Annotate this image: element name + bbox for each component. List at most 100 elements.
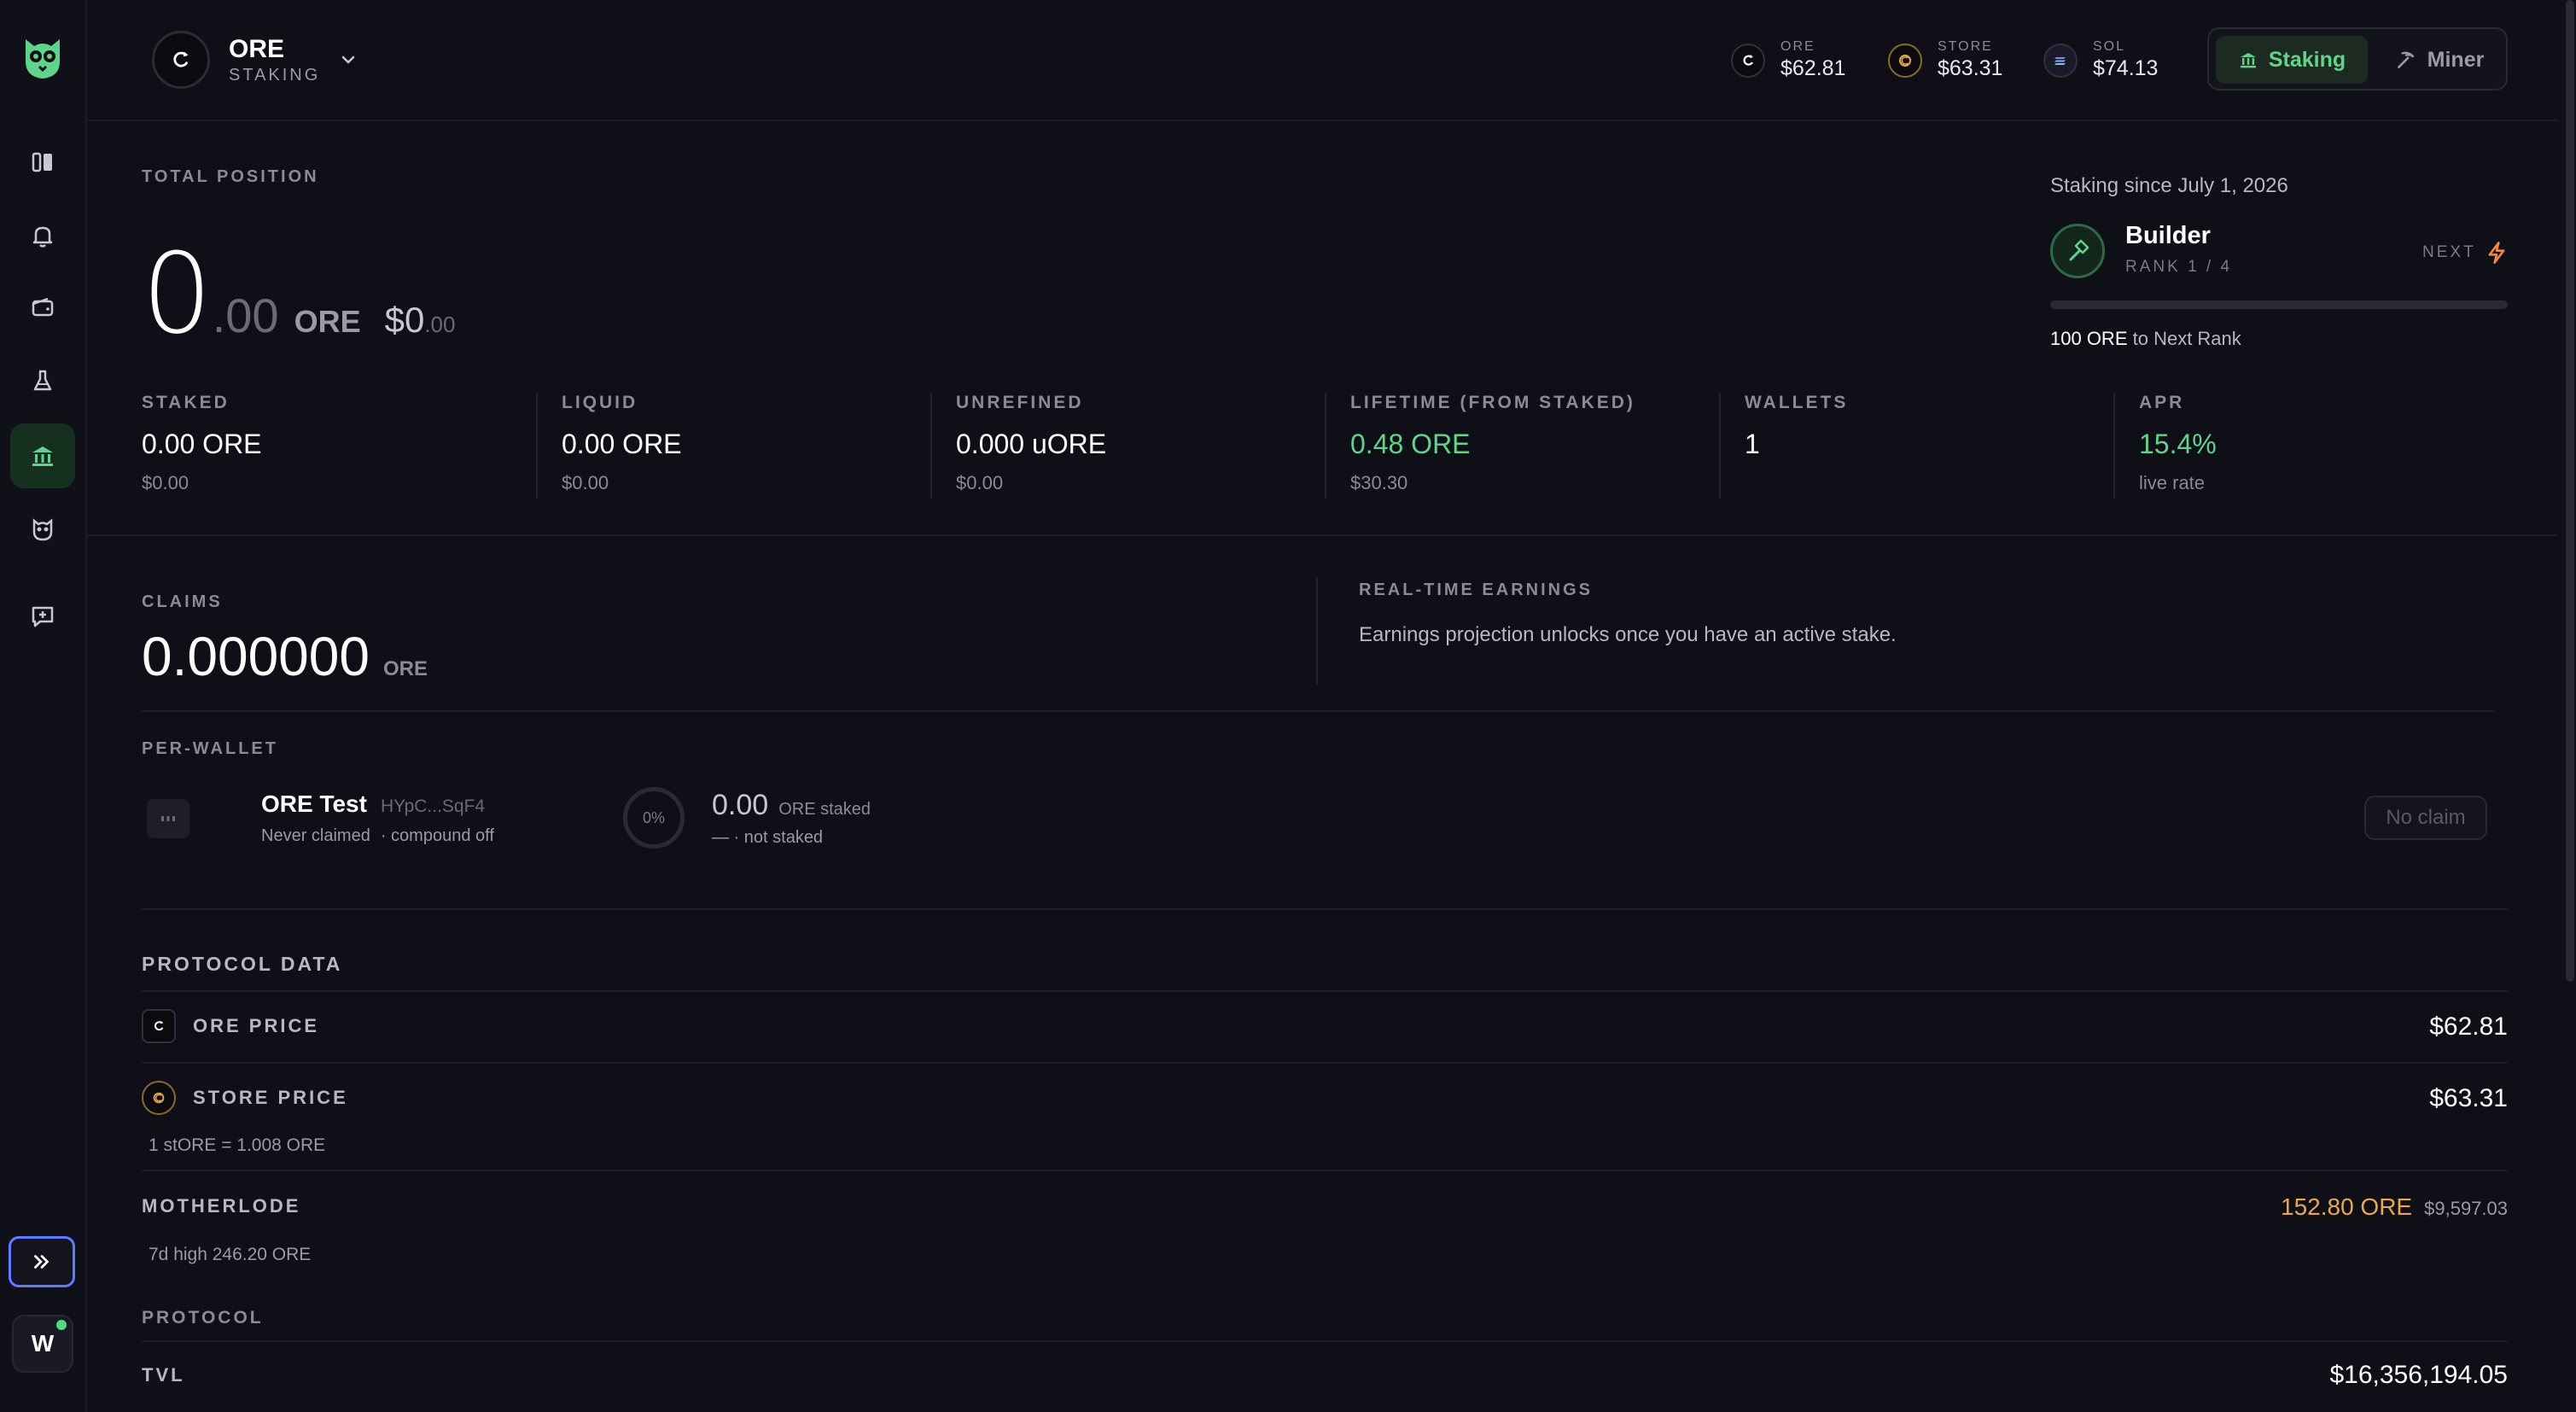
claims-divider — [1316, 577, 1318, 685]
stat-wallets: WALLETS 1 — [1745, 393, 1848, 472]
row-divider — [142, 990, 2508, 992]
bank-icon — [2240, 53, 2256, 68]
chevron-down-icon — [342, 55, 355, 64]
stat-label: LIQUID — [562, 393, 638, 412]
stat-value: 0.48 ORE — [1350, 429, 1471, 459]
claims-label: CLAIMS — [142, 592, 223, 611]
ore-icon — [1731, 43, 1765, 78]
wallet-staked-value: 0.00 — [712, 789, 769, 821]
wallet-staked: 0.00 ORE staked — [712, 789, 871, 822]
sidebar-item-feedback[interactable] — [10, 584, 75, 649]
miner-mode-button[interactable]: Miner — [2376, 36, 2503, 84]
stat-liquid: LIQUID 0.00 ORE $0.00 — [562, 393, 682, 494]
wallet-claimed-status: Never claimed — [261, 826, 370, 845]
realtime-earnings-label: REAL-TIME EARNINGS — [1359, 581, 1593, 599]
section-divider — [142, 710, 2494, 712]
token-switcher[interactable]: ORE STAKING — [152, 31, 358, 89]
position-usd-decimals: .00 — [424, 312, 456, 337]
next-rank-indicator: NEXT — [2422, 241, 2509, 265]
stat-value: 1 — [1745, 429, 1760, 459]
tvl-value: $16,356,194.05 — [2329, 1361, 2508, 1389]
claims-amount: 0.000000 — [142, 626, 370, 687]
staking-label: Staking — [2268, 47, 2346, 72]
mode-toggle: Staking Miner — [2207, 27, 2508, 90]
stat-unrefined: UNREFINED 0.000 uORE $0.00 — [956, 393, 1106, 494]
price-value: $74.13 — [2093, 56, 2159, 80]
sidebar-item-lab[interactable] — [10, 348, 75, 413]
rank-name: Builder — [2125, 222, 2211, 249]
hammer-icon — [2050, 224, 2105, 278]
next-label: NEXT — [2422, 243, 2476, 261]
sidebar-item-community[interactable] — [10, 497, 75, 562]
position-unit: ORE — [294, 304, 361, 339]
stat-label: UNREFINED — [956, 393, 1084, 412]
rank-progress-bar — [2050, 300, 2508, 309]
stat-label: WALLETS — [1745, 393, 1849, 412]
owl-logo[interactable] — [22, 36, 63, 80]
lightning-icon — [2488, 242, 2505, 264]
stat-label: APR — [2139, 393, 2185, 412]
section-divider — [142, 908, 2508, 910]
online-status-dot — [56, 1320, 67, 1330]
user-avatar-button[interactable]: W — [12, 1315, 73, 1373]
stat-sub: $0.00 — [142, 472, 189, 493]
stat-divider — [930, 393, 932, 499]
stat-label: LIFETIME (FROM STAKED) — [1350, 393, 1635, 412]
ore-price-pill: ORE $62.81 — [1731, 39, 1845, 81]
motherlode-value: 152.80 ORE $9,597.03 — [2281, 1193, 2508, 1221]
rank-progress-suffix: to Next Rank — [2127, 328, 2241, 349]
token-name: ORE — [229, 34, 285, 63]
no-claim-button[interactable]: No claim — [2364, 796, 2487, 840]
price-label: STORE — [1938, 39, 1993, 54]
claims-unit: ORE — [382, 657, 428, 680]
realtime-earnings-text: Earnings projection unlocks once you hav… — [1359, 623, 1897, 646]
position-int: 0 — [142, 229, 213, 359]
wallet-compound-status: · compound off — [380, 826, 494, 845]
stat-sub: $0.00 — [562, 472, 609, 493]
double-chevron-right-icon — [34, 1255, 50, 1269]
sol-icon — [2043, 43, 2078, 78]
motherlode-high: 7d high 246.20 ORE — [149, 1245, 312, 1264]
sidebar-item-notifications[interactable] — [10, 203, 75, 268]
rank-progress-amount: 100 ORE — [2050, 328, 2128, 349]
stat-sub: $0.00 — [956, 472, 1004, 493]
store-price-pill: STORE $63.31 — [1888, 39, 2002, 81]
row-divider — [142, 1170, 2508, 1171]
token-subtitle: STAKING — [229, 65, 321, 85]
chat-plus-icon — [32, 606, 54, 627]
store-ratio: 1 stORE = 1.008 ORE — [149, 1135, 326, 1155]
price-label: ORE — [1780, 39, 1815, 54]
stat-divider — [1719, 393, 1721, 499]
motherlode-ore: 152.80 ORE — [2281, 1193, 2413, 1220]
price-label: SOL — [2093, 39, 2126, 54]
sidebar-item-wallet[interactable] — [10, 275, 75, 340]
row-divider — [142, 1062, 2508, 1064]
stat-label: STAKED — [142, 393, 230, 412]
staking-since: Staking since July 1, 2026 — [2050, 174, 2288, 197]
stat-apr: APR 15.4% live rate — [2139, 393, 2217, 494]
sidebar-item-dashboard[interactable] — [10, 130, 75, 195]
wallet-title: ORE Test HYpC...SqF4 — [261, 791, 485, 818]
expand-sidebar-button[interactable] — [9, 1236, 75, 1287]
wallet-name: ORE Test — [261, 791, 367, 817]
stat-divider — [1325, 393, 1326, 499]
claims-value: 0.000000 ORE — [142, 625, 428, 688]
store-price-label: STORE PRICE — [193, 1087, 348, 1108]
stat-divider — [2113, 393, 2115, 499]
stat-value: 0.00 ORE — [142, 429, 262, 459]
bell-icon — [32, 226, 53, 248]
tvl-label: TVL — [142, 1364, 185, 1386]
stat-divider — [536, 393, 538, 499]
sidebar-item-staking[interactable] — [10, 423, 75, 488]
user-initial: W — [31, 1330, 55, 1357]
staked-percent-ring: 0% — [623, 787, 685, 849]
total-position-label: TOTAL POSITION — [142, 167, 319, 186]
staking-mode-button[interactable]: Staking — [2216, 36, 2368, 84]
motherlode-label: MOTHERLODE — [142, 1195, 301, 1217]
position-decimals: .00 — [212, 289, 279, 342]
scrollbar-thumb[interactable] — [2566, 0, 2574, 982]
ore-icon — [142, 1009, 176, 1043]
pickaxe-icon — [2397, 51, 2415, 68]
owl-icon — [32, 518, 53, 541]
wallet-address[interactable]: HYpC...SqF4 — [381, 796, 485, 817]
